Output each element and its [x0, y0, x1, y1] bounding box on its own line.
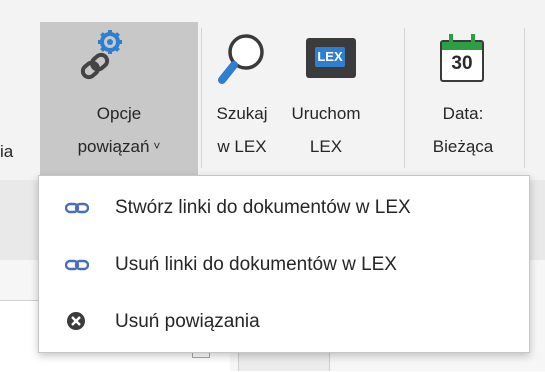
search-lex-label-line1: Szukaj	[216, 104, 268, 123]
ribbon-separator	[201, 28, 202, 168]
calendar-icon: 30	[440, 34, 484, 82]
remove-circle-icon	[67, 312, 85, 330]
link-options-label-text: powiązań	[77, 137, 150, 156]
menu-item-label: Usuń linki do dokumentów w LEX	[115, 254, 397, 275]
link-options-dropdown-menu: Stwórz linki do dokumentów w LEX Usuń li…	[38, 175, 530, 353]
link-icon	[65, 259, 89, 271]
link-settings-icon	[80, 30, 122, 80]
menu-item-remove-associations[interactable]: Usuń powiązania	[39, 294, 529, 350]
ribbon-separator	[404, 28, 405, 168]
run-lex-label-line2: LEX	[309, 137, 343, 156]
chevron-down-icon: ˅	[153, 139, 161, 153]
menu-item-create-links[interactable]: Stwórz linki do dokumentów w LEX	[39, 180, 529, 236]
menu-item-label: Stwórz linki do dokumentów w LEX	[115, 197, 411, 218]
truncated-ribbon-label: ia	[0, 142, 14, 161]
link-options-label-line1: Opcje	[96, 104, 142, 123]
lex-logo-icon: LEX	[306, 38, 356, 78]
lex-logo-text: LEX	[315, 47, 345, 67]
link-options-button[interactable]: Opcje powiązań ˅	[40, 22, 198, 180]
date-label-line2: Bieżąca	[432, 137, 494, 156]
ribbon: ia Opcje powiązań ˅ Szukaj w LEX LEX Uru…	[0, 0, 545, 180]
run-lex-label-line1: Uruchom	[291, 104, 361, 123]
date-label-line1: Data:	[442, 104, 484, 123]
calendar-day-text: 30	[451, 53, 473, 74]
ribbon-separator	[524, 28, 525, 168]
run-lex-button[interactable]: LEX Uruchom LEX	[282, 22, 370, 172]
link-icon	[65, 202, 89, 214]
menu-item-label: Usuń powiązania	[115, 311, 260, 332]
link-options-label-line2: powiązań ˅	[40, 135, 198, 160]
search-lex-label-line2: w LEX	[217, 137, 267, 156]
date-current-button[interactable]: 30 Data: Bieżąca	[414, 22, 512, 172]
search-lex-button[interactable]: Szukaj w LEX	[204, 22, 280, 172]
magnifier-icon	[218, 34, 264, 84]
menu-item-remove-links[interactable]: Usuń linki do dokumentów w LEX	[39, 237, 529, 293]
